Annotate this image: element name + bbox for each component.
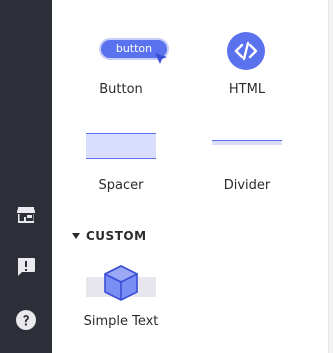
simple-text-block[interactable]: Simple Text: [66, 260, 176, 335]
divider-block[interactable]: Divider: [192, 120, 302, 200]
section-title: CUSTOM: [86, 229, 147, 243]
spacer-block-label: Spacer: [98, 178, 144, 193]
panel-scroll-edge: [328, 0, 333, 353]
divider-preview: [212, 140, 282, 145]
simple-text-block-label: Simple Text: [83, 314, 159, 329]
html-block-label: HTML: [228, 82, 266, 97]
caret-down-icon: [72, 233, 80, 239]
html-block[interactable]: HTML: [192, 0, 302, 100]
help-icon[interactable]: [14, 308, 38, 332]
cursor-icon: [155, 53, 167, 64]
custom-section-header[interactable]: CUSTOM: [72, 228, 147, 244]
code-icon: [227, 32, 265, 70]
feedback-icon[interactable]: [14, 255, 38, 279]
left-rail: [0, 0, 52, 353]
spacer-block[interactable]: Spacer: [66, 120, 176, 200]
blocks-panel: button Button HTML Spacer Divider CUSTOM…: [52, 0, 328, 353]
store-icon[interactable]: [14, 203, 38, 227]
button-block-label: Button: [99, 82, 143, 97]
button-block[interactable]: button Button: [66, 0, 176, 100]
cube-icon: [104, 265, 138, 301]
divider-block-label: Divider: [223, 178, 271, 193]
spacer-preview: [86, 133, 156, 159]
